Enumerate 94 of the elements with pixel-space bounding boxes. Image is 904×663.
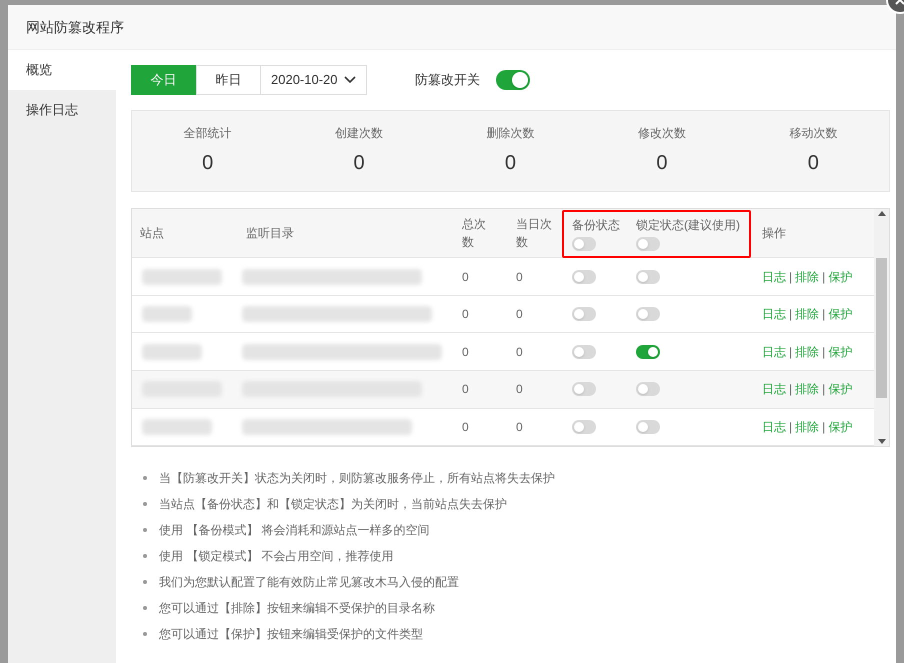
stat-label: 创建次数	[335, 125, 384, 142]
separator: |	[822, 418, 826, 436]
action-link[interactable]: 保护	[828, 268, 852, 286]
redacted-bar	[142, 344, 202, 360]
scrollbar-thumb[interactable]	[876, 258, 887, 398]
stat-label: 修改次数	[638, 125, 686, 142]
action-link[interactable]: 排除	[795, 380, 820, 398]
bullet-icon	[143, 554, 147, 558]
action-link[interactable]: 排除	[795, 418, 820, 436]
action-link[interactable]: 保护	[828, 342, 852, 361]
note-text: 当【防篡改开关】状态为关闭时，则防篡改服务停止，所有站点将失去保护	[159, 470, 555, 487]
toggle-switch[interactable]	[572, 307, 596, 322]
column-header: 总次数	[462, 216, 487, 252]
bullet-icon	[143, 476, 147, 480]
toggle-switch[interactable]	[636, 236, 660, 251]
separator: |	[822, 306, 826, 324]
action-link[interactable]: 日志	[762, 268, 786, 286]
toggle-switch[interactable]	[636, 420, 660, 434]
separator: |	[789, 268, 792, 286]
note-text: 您可以通过【保护】按钮来编辑受保护的文件类型	[159, 626, 423, 643]
table-cell-text: 0	[461, 344, 470, 361]
bullet-icon	[143, 606, 147, 610]
toggle-switch[interactable]	[572, 420, 596, 434]
toggle-switch[interactable]	[572, 270, 596, 284]
table-cell-text: 0	[461, 381, 470, 398]
day-tab[interactable]: 今日	[131, 65, 196, 95]
action-link[interactable]: 排除	[795, 268, 820, 286]
toggle-switch[interactable]	[572, 382, 596, 396]
action-link[interactable]: 日志	[762, 418, 786, 436]
toggle-switch[interactable]	[636, 270, 660, 284]
toggle-switch[interactable]	[636, 344, 660, 359]
bullet-icon	[143, 528, 147, 532]
table-cell-text: 0	[515, 418, 524, 436]
redacted-bar	[142, 306, 192, 322]
table-cell-text: 0	[515, 381, 524, 398]
action-link[interactable]: 保护	[828, 380, 852, 398]
note-text: 您可以通过【排除】按钮来编辑不受保护的目录名称	[159, 600, 435, 617]
column-header: 操作	[761, 225, 786, 242]
stat-label: 移动次数	[789, 125, 838, 142]
stat-value: 0	[656, 151, 668, 176]
separator: |	[789, 344, 792, 361]
note-text: 我们为您默认配置了能有效防止常见篡改木马入侵的配置	[159, 574, 459, 591]
toggle-switch[interactable]	[572, 344, 596, 359]
separator: |	[822, 381, 826, 398]
column-header: 锁定状态(建议使用)	[636, 216, 741, 234]
note-text: 使用 【备份模式】 将会消耗和源站点一样多的空间	[159, 522, 430, 539]
table-cell-text: 0	[461, 306, 470, 324]
sidebar-item[interactable]: 操作日志	[8, 90, 116, 130]
toggle-switch[interactable]	[496, 70, 530, 90]
action-link[interactable]: 日志	[762, 380, 786, 398]
toggle-switch[interactable]	[636, 382, 660, 396]
stat-value: 0	[202, 151, 214, 176]
stat-value: 0	[504, 151, 516, 176]
table-cell-text: 0	[515, 268, 524, 286]
action-link[interactable]: 排除	[795, 305, 820, 324]
separator: |	[789, 306, 792, 324]
stat-value: 0	[808, 151, 819, 176]
toggle-switch[interactable]	[636, 307, 660, 322]
chevron-down-icon	[344, 76, 356, 84]
table-cell-text: 0	[461, 268, 470, 286]
bullet-icon	[143, 632, 147, 636]
scroll-down-icon[interactable]	[878, 438, 886, 444]
note-text: 当站点【备份状态】和【锁定状态】为关闭时，当前站点失去保护	[159, 496, 507, 513]
separator: |	[822, 268, 826, 286]
separator: |	[789, 418, 792, 436]
scrollbar[interactable]	[874, 209, 889, 446]
action-link[interactable]: 排除	[795, 342, 820, 361]
action-link[interactable]: 保护	[828, 418, 852, 436]
table-cell-text: 0	[461, 418, 470, 436]
action-link[interactable]: 日志	[762, 305, 786, 324]
stat-value: 0	[354, 151, 365, 176]
column-header: 站点	[139, 225, 165, 242]
sidebar-item[interactable]: 概览	[8, 50, 116, 90]
column-header: 当日次数	[516, 216, 553, 252]
window-title: 网站防篡改程序	[8, 5, 896, 50]
stat-label: 全部统计	[184, 125, 232, 142]
column-header: 监听目录	[245, 225, 295, 242]
table-cell-text: 0	[515, 306, 524, 324]
action-link[interactable]: 日志	[762, 342, 786, 361]
redacted-bar	[142, 418, 212, 435]
day-tab[interactable]: 昨日	[196, 65, 261, 95]
scroll-up-icon[interactable]	[878, 211, 886, 217]
bullet-icon	[143, 502, 147, 506]
action-link[interactable]: 保护	[828, 305, 852, 324]
date-select[interactable]: 2020-10-20	[261, 65, 367, 95]
separator: |	[822, 344, 826, 361]
separator: |	[789, 381, 792, 398]
stat-label: 删除次数	[486, 125, 534, 142]
column-header: 备份状态	[572, 216, 621, 234]
bullet-icon	[143, 580, 147, 584]
table-cell-text: 0	[515, 344, 524, 361]
note-text: 使用 【锁定模式】 不会占用空间，推荐使用	[159, 548, 394, 565]
switch-label: 防篡改开关	[415, 71, 480, 90]
toggle-switch[interactable]	[572, 236, 596, 251]
